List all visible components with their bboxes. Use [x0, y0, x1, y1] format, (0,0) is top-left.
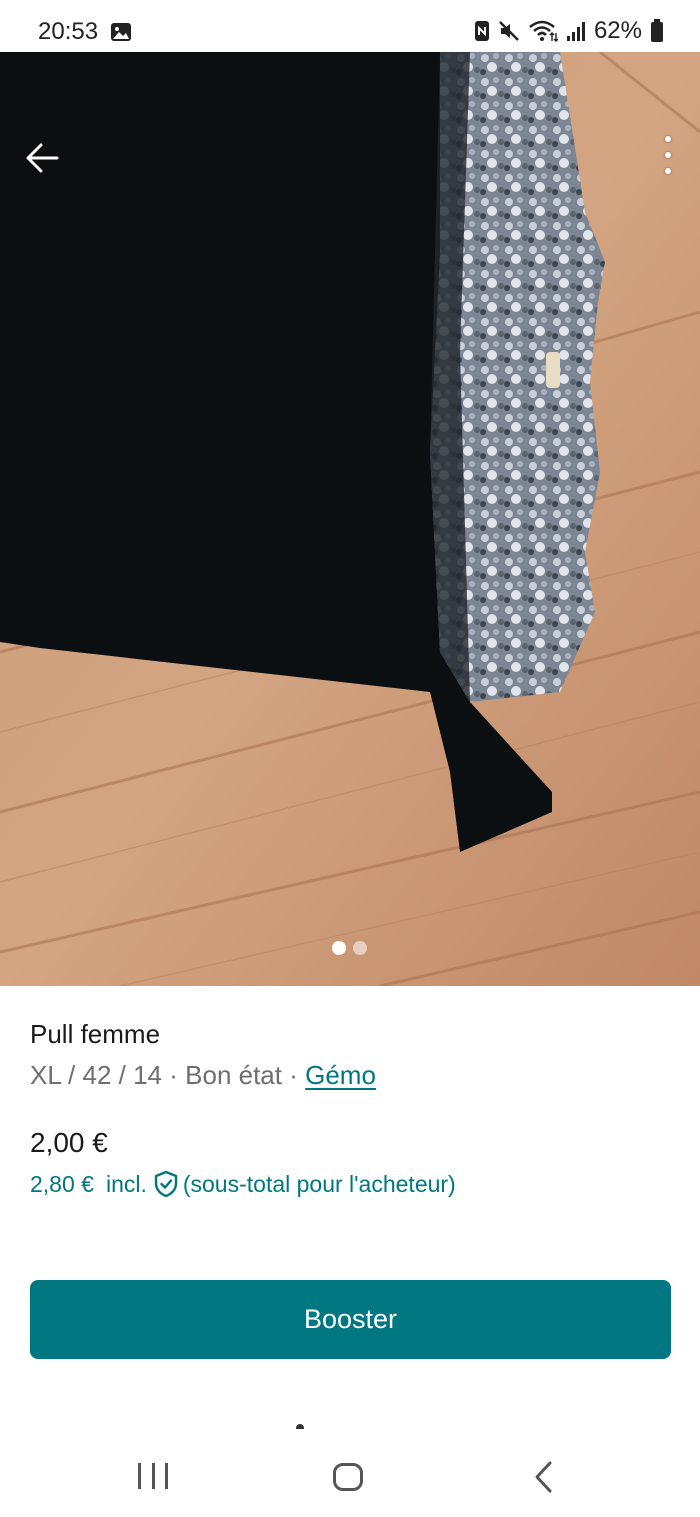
product-photo-carousel[interactable]	[0, 52, 700, 986]
product-photo	[0, 52, 700, 986]
buyer-price: 2,80 €	[30, 1170, 94, 1197]
back-button[interactable]	[20, 136, 64, 180]
scroll-hint	[296, 1424, 304, 1429]
status-time: 20:53	[38, 18, 99, 45]
carousel-dot-1[interactable]	[332, 941, 346, 955]
home-icon[interactable]	[333, 1463, 363, 1491]
wifi-icon	[529, 20, 558, 42]
incl-label: incl.	[105, 1170, 147, 1197]
carousel-dot-2[interactable]	[353, 941, 367, 955]
status-bar: 20:53 62%	[0, 0, 700, 52]
recent-apps-icon[interactable]	[138, 1463, 168, 1489]
status-icons: 62%	[474, 16, 664, 46]
item-price: 2,00 €	[30, 1127, 108, 1158]
buyer-subtotal-note: (sous-total pour l'acheteur)	[182, 1170, 456, 1197]
buyer-protection-shield-icon	[154, 1170, 178, 1198]
battery-icon	[651, 19, 663, 42]
back-arrow-icon	[26, 143, 59, 173]
nfc-icon	[474, 21, 489, 41]
gallery-icon	[111, 23, 131, 41]
item-title: Pull femme	[30, 1019, 161, 1049]
carousel-indicator	[332, 941, 367, 955]
brand-link[interactable]: Gémo	[305, 1060, 376, 1090]
item-details: XL / 42 / 14 · Bon état · Gémo	[30, 1060, 376, 1090]
more-vert-icon	[665, 136, 671, 142]
boost-button[interactable]: Booster	[30, 1280, 671, 1359]
item-size: XL / 42 / 14	[30, 1060, 163, 1090]
buyer-price-row[interactable]: 2,80 € incl. (sous-total pour l'acheteur…	[30, 1170, 456, 1198]
mute-icon	[499, 21, 519, 41]
signal-icon	[566, 22, 585, 41]
more-options-button[interactable]	[660, 132, 676, 178]
item-condition: Bon état	[185, 1060, 282, 1090]
boost-button-label: Booster	[303, 1304, 398, 1334]
battery-percent: 62%	[593, 17, 642, 44]
system-nav-bar	[0, 1430, 700, 1517]
back-icon[interactable]	[532, 1460, 556, 1494]
